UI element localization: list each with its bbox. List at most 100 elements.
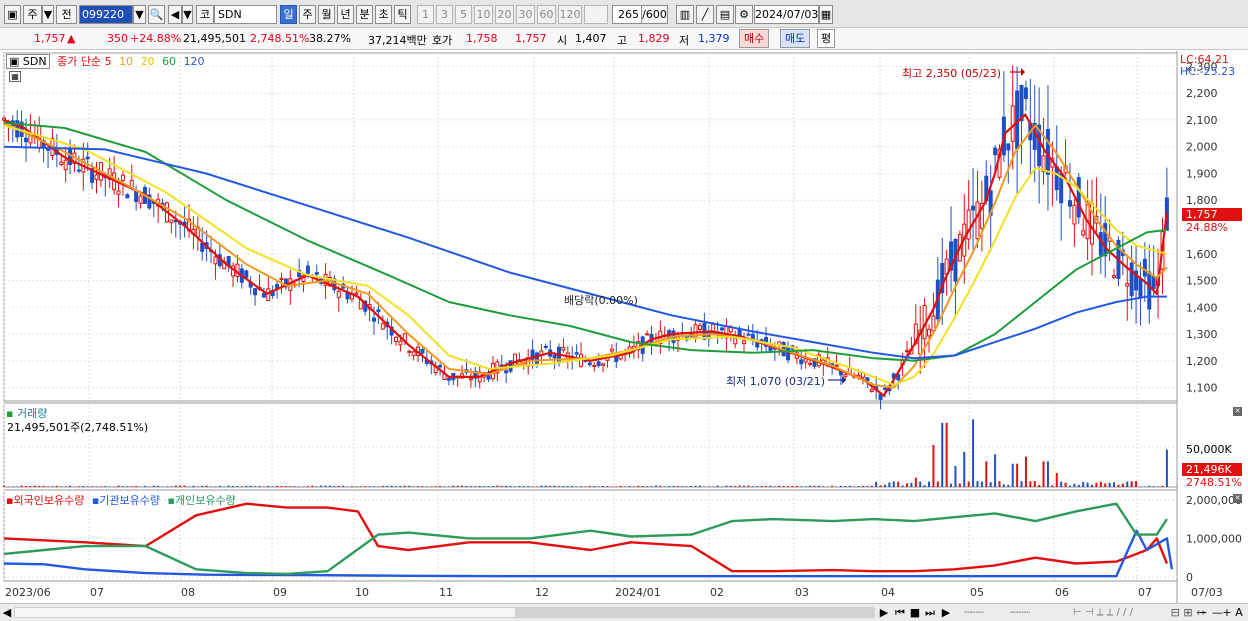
stop-icon[interactable]: ■: [909, 605, 921, 620]
candle-body: [446, 377, 451, 381]
volume-bar: [795, 485, 798, 487]
interval-3-button[interactable]: 3: [436, 5, 453, 24]
x-tick-label: 07/03: [1191, 586, 1223, 599]
period-second-button[interactable]: 초: [375, 5, 392, 24]
symbol-box[interactable]: ▣ SDN: [6, 54, 50, 69]
chart-area[interactable]: 2023/06 07 08 09 10 11 12 2024/01 02 03 04 05 06 07 07…: [0, 51, 1248, 603]
stock-chart[interactable]: 2023/06 07 08 09 10 11 12 2024/01 02 03 04 05 06 07 07…: [0, 51, 1248, 603]
volume-bar: [747, 485, 750, 487]
candle-body: [244, 270, 249, 279]
play-icon[interactable]: ▶: [940, 605, 952, 620]
evaluation-button[interactable]: 평: [817, 29, 836, 48]
volume-bar: [544, 485, 547, 487]
interval-30-button[interactable]: 30: [516, 5, 535, 24]
interval-custom-input[interactable]: [584, 5, 608, 24]
volume-bar: [262, 486, 265, 487]
volume-bar: [923, 485, 926, 487]
speaker-dropdown-icon[interactable]: ▼: [182, 5, 193, 24]
interval-5-button[interactable]: 5: [455, 5, 472, 24]
interval-10-button[interactable]: 10: [474, 5, 493, 24]
volume-bar: [271, 486, 274, 487]
scroll-right-icon[interactable]: ▶: [878, 605, 890, 620]
x-tick-label: 2023/06: [5, 586, 51, 599]
search-icon[interactable]: 🔍: [148, 5, 165, 24]
font-size-icon[interactable]: A: [1233, 605, 1245, 620]
candle-body: [261, 293, 266, 298]
stock-code-input[interactable]: 099220: [79, 5, 133, 24]
scroll-thumb[interactable]: [515, 608, 875, 617]
code-dropdown-icon[interactable]: ▼: [133, 5, 146, 24]
price-tick-label: 1,300: [1186, 328, 1218, 341]
period-tick-button[interactable]: 틱: [394, 5, 411, 24]
period-month-button[interactable]: 월: [318, 5, 335, 24]
volume-bar: [25, 485, 28, 487]
volume-bar: [412, 486, 415, 487]
interval-1-button[interactable]: 1: [417, 5, 434, 24]
calendar-icon[interactable]: ▦: [819, 5, 833, 24]
volume-panel-close-icon[interactable]: ✕: [1233, 407, 1242, 416]
drawing-tools[interactable]: ⊢ ⊣ ⟂ ⟂ ∕ ∕ ∕: [1048, 605, 1158, 620]
range-slider[interactable]: ┈┈┈: [1000, 605, 1040, 620]
x-tick-label: 02: [710, 586, 724, 599]
x-tick-label: 07: [90, 586, 104, 599]
scrollbar[interactable]: [14, 607, 875, 618]
market-dropdown-icon[interactable]: ▼: [42, 5, 54, 24]
x-tick-label: 11: [439, 586, 453, 599]
candle-type-icon[interactable]: ▥: [676, 5, 694, 24]
period-year-button[interactable]: 년: [337, 5, 354, 24]
period-minute-button[interactable]: 분: [356, 5, 373, 24]
volume-bar: [637, 485, 640, 487]
sell-button[interactable]: 매도: [780, 29, 811, 48]
x-tick-label: 07: [1138, 586, 1152, 599]
volume-bar: [597, 486, 600, 487]
layout-icon[interactable]: ▣: [4, 5, 21, 24]
draw-tool-icon[interactable]: ╱: [696, 5, 714, 24]
data-count-input[interactable]: 265: [612, 5, 642, 24]
volume-bar: [483, 486, 486, 487]
last-icon[interactable]: ⏭: [923, 605, 937, 620]
candle-body: [609, 348, 614, 352]
volume-bar: [1046, 461, 1049, 487]
candle-body: [468, 378, 473, 381]
candle-body: [1138, 278, 1143, 298]
x-tick-label: 04: [881, 586, 895, 599]
volume-bar: [359, 486, 362, 487]
zoom-slider[interactable]: ┈┈┈: [954, 605, 994, 620]
volume-bar: [619, 485, 622, 487]
save-icon[interactable]: ▤: [716, 5, 734, 24]
candle-body: [1045, 128, 1050, 175]
market-select[interactable]: 주: [23, 5, 42, 24]
volume-bar: [130, 486, 133, 487]
volume-bar: [778, 485, 781, 487]
volume-bar: [152, 485, 155, 487]
scroll-left-icon[interactable]: ◀: [2, 605, 12, 620]
volume-bar: [672, 485, 675, 487]
period-week-button[interactable]: 주: [299, 5, 316, 24]
volume-bar: [60, 486, 63, 487]
interval-20-button[interactable]: 20: [495, 5, 514, 24]
volume-bar: [267, 485, 270, 487]
dividend-marker-label: 배당락(0.00%): [564, 294, 638, 307]
holding-panel-close-icon[interactable]: ✕: [1233, 494, 1242, 503]
ma-title: 종가 단순: [57, 55, 102, 68]
prev-button[interactable]: 전: [56, 5, 77, 24]
ask-price: 1,758: [466, 32, 498, 45]
volume-bar: [443, 486, 446, 487]
date-input[interactable]: 2024/07/03: [754, 5, 819, 24]
minus-icon[interactable]: −: [1198, 605, 1208, 620]
volume-bar: [11, 486, 14, 487]
speaker-icon[interactable]: ◀: [168, 5, 182, 24]
grid-toggle-icon[interactable]: ▦: [9, 71, 21, 82]
open-label: 시: [557, 34, 568, 47]
volume-bar: [236, 486, 239, 487]
buy-button[interactable]: 매수: [739, 29, 770, 48]
period-day-button[interactable]: 일: [280, 5, 297, 24]
candle-body: [993, 147, 998, 156]
plus-icon[interactable]: +: [1222, 605, 1232, 620]
interval-60-button[interactable]: 60: [537, 5, 556, 24]
first-icon[interactable]: ⏮: [893, 605, 907, 620]
volume-bar: [478, 485, 481, 487]
interval-120-button[interactable]: 120: [558, 5, 582, 24]
volume-bar: [694, 485, 697, 487]
settings-gear-icon[interactable]: ⚙: [735, 5, 753, 24]
